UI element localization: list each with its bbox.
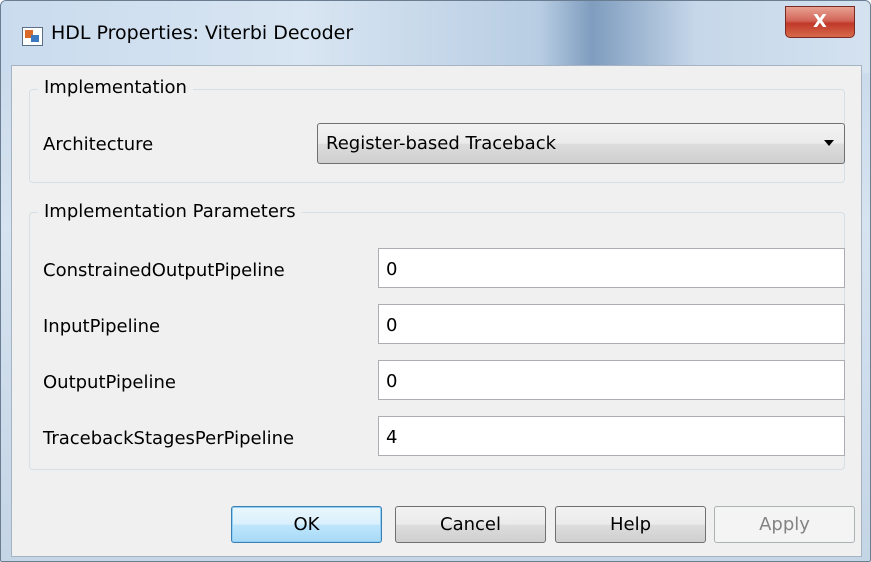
input-pipeline-value: 0 [386,315,398,336]
implementation-legend: Implementation [38,77,193,98]
window-title: HDL Properties: Viterbi Decoder [51,22,354,44]
constrained-output-pipeline-field[interactable]: 0 [378,248,845,288]
output-pipeline-field[interactable]: 0 [378,360,845,400]
implementation-parameters-legend: Implementation Parameters [38,201,302,222]
param-label-constrained-output-pipeline: ConstrainedOutputPipeline [43,260,285,281]
param-label-output-pipeline: OutputPipeline [43,372,176,393]
traceback-stages-per-pipeline-value: 4 [386,427,398,448]
output-pipeline-value: 0 [386,371,398,392]
close-button[interactable]: X [785,6,855,38]
constrained-output-pipeline-value: 0 [386,259,398,280]
traceback-stages-per-pipeline-field[interactable]: 4 [378,416,845,456]
ok-button[interactable]: OK [231,506,382,543]
input-pipeline-field[interactable]: 0 [378,304,845,344]
apply-button[interactable]: Apply [714,506,855,543]
dialog-window: HDL Properties: Viterbi Decoder X Implem… [0,0,871,562]
architecture-label: Architecture [43,134,154,155]
title-bar[interactable]: HDL Properties: Viterbi Decoder X [1,1,870,73]
chevron-down-icon [824,140,834,146]
param-label-input-pipeline: InputPipeline [43,316,161,337]
param-label-traceback-stages-per-pipeline: TracebackStagesPerPipeline [43,428,295,449]
architecture-dropdown[interactable]: Register-based Traceback [317,123,845,164]
architecture-selected-value: Register-based Traceback [326,133,557,154]
dialog-body: Implementation Architecture Register-bas… [11,65,862,557]
cancel-button[interactable]: Cancel [395,506,546,543]
help-button[interactable]: Help [555,506,706,543]
simulink-app-icon [22,27,43,46]
